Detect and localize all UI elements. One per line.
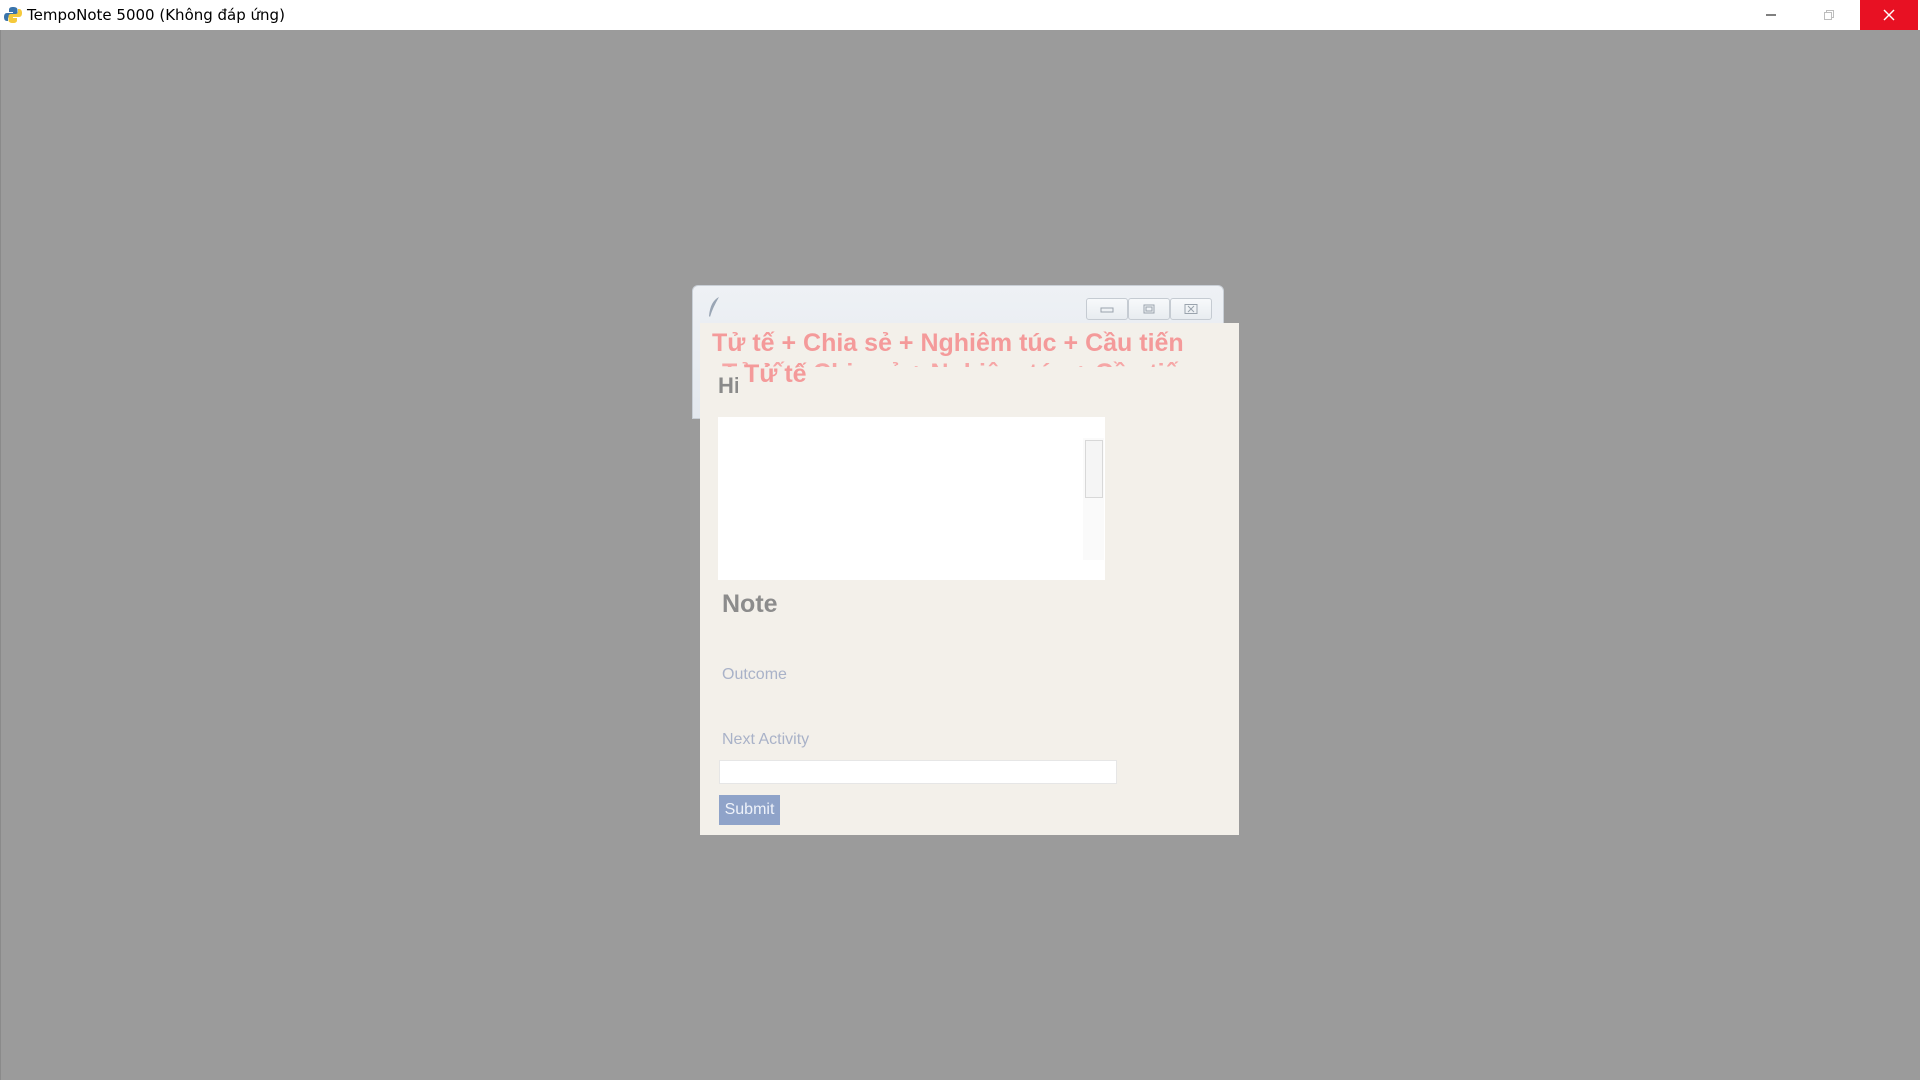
window-title: TempoNote 5000 (Không đáp ứng) [27, 6, 285, 24]
submit-button[interactable]: Submit [719, 795, 780, 825]
next-activity-input[interactable] [719, 760, 1117, 784]
minimize-icon [1100, 307, 1114, 313]
python-app-icon [4, 7, 22, 23]
dialog-minimize-button[interactable] [1086, 298, 1128, 320]
restore-button[interactable] [1800, 0, 1858, 30]
window-titlebar: TempoNote 5000 (Không đáp ứng) [0, 0, 1920, 30]
scrollbar-thumb[interactable] [1085, 440, 1103, 498]
close-button[interactable] [1860, 0, 1918, 30]
minimize-button[interactable] [1742, 0, 1800, 30]
dialog-maximize-button[interactable] [1128, 298, 1170, 320]
feather-icon [709, 297, 719, 317]
note-textarea[interactable] [718, 417, 1105, 580]
banner-text-fragment: Tử tế [744, 360, 807, 388]
banner-text: Tử tế + Chia sẻ + Nghiêm túc + Cầu tiến [712, 329, 1184, 357]
restore-icon [1824, 10, 1834, 20]
outcome-label: Outcome [722, 666, 787, 683]
maximize-icon [1143, 304, 1155, 314]
next-activity-label: Next Activity [722, 731, 810, 748]
note-heading: Note [722, 590, 778, 618]
minimize-icon [1766, 14, 1776, 16]
close-icon [1883, 9, 1895, 21]
dialog-close-button[interactable] [1170, 298, 1212, 320]
partial-label: Hi [718, 373, 738, 398]
close-icon [1184, 304, 1198, 314]
